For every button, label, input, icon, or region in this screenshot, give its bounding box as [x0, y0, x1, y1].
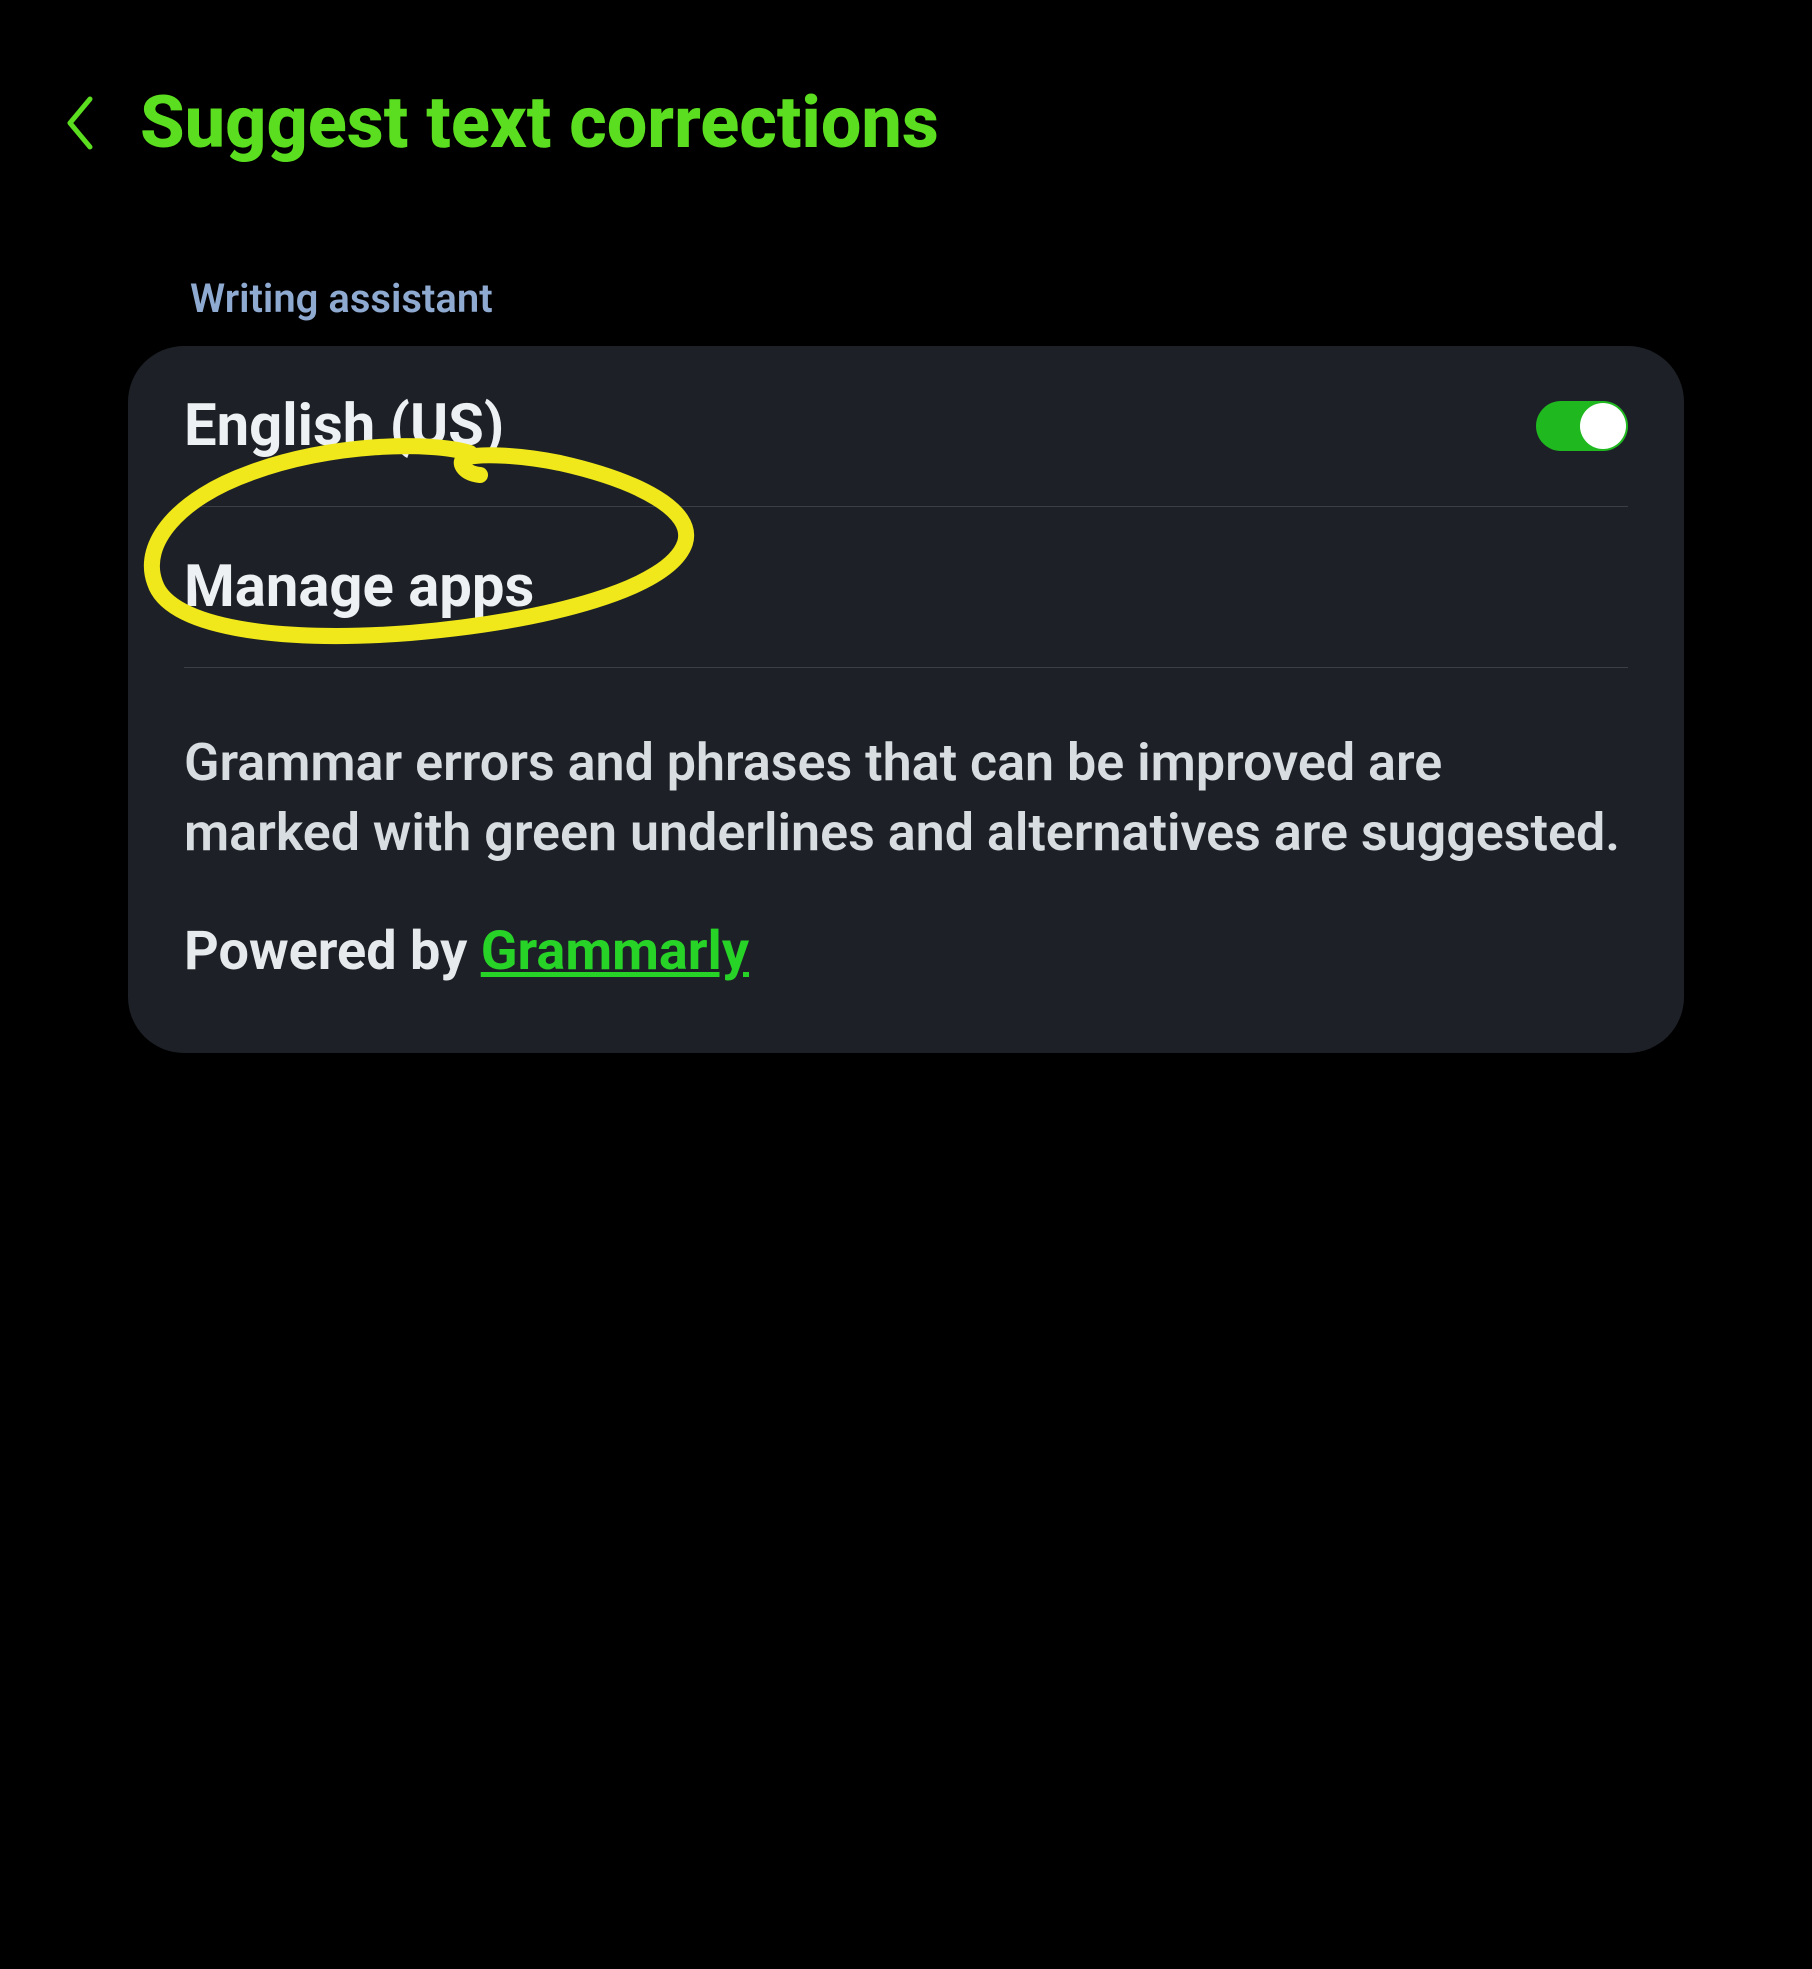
settings-card: English (US) Manage apps Grammar errors …	[128, 346, 1684, 1053]
description-text: Grammar errors and phrases that can be i…	[184, 728, 1628, 868]
chevron-left-icon	[62, 95, 98, 151]
page-title: Suggest text corrections	[140, 80, 939, 165]
toggle-knob	[1580, 403, 1626, 449]
powered-by-line: Powered by Grammarly	[184, 920, 1628, 983]
manage-apps-label: Manage apps	[184, 553, 534, 621]
section-label: Writing assistant	[190, 275, 1812, 322]
manage-apps-row[interactable]: Manage apps	[128, 507, 1684, 667]
description-block: Grammar errors and phrases that can be i…	[128, 668, 1684, 1053]
language-label: English (US)	[184, 392, 504, 460]
grammarly-link[interactable]: Grammarly	[481, 920, 749, 983]
page-header: Suggest text corrections	[0, 0, 1812, 205]
back-button[interactable]	[50, 93, 110, 153]
powered-by-prefix: Powered by	[184, 920, 481, 983]
language-row[interactable]: English (US)	[128, 346, 1684, 506]
language-toggle[interactable]	[1536, 401, 1628, 451]
